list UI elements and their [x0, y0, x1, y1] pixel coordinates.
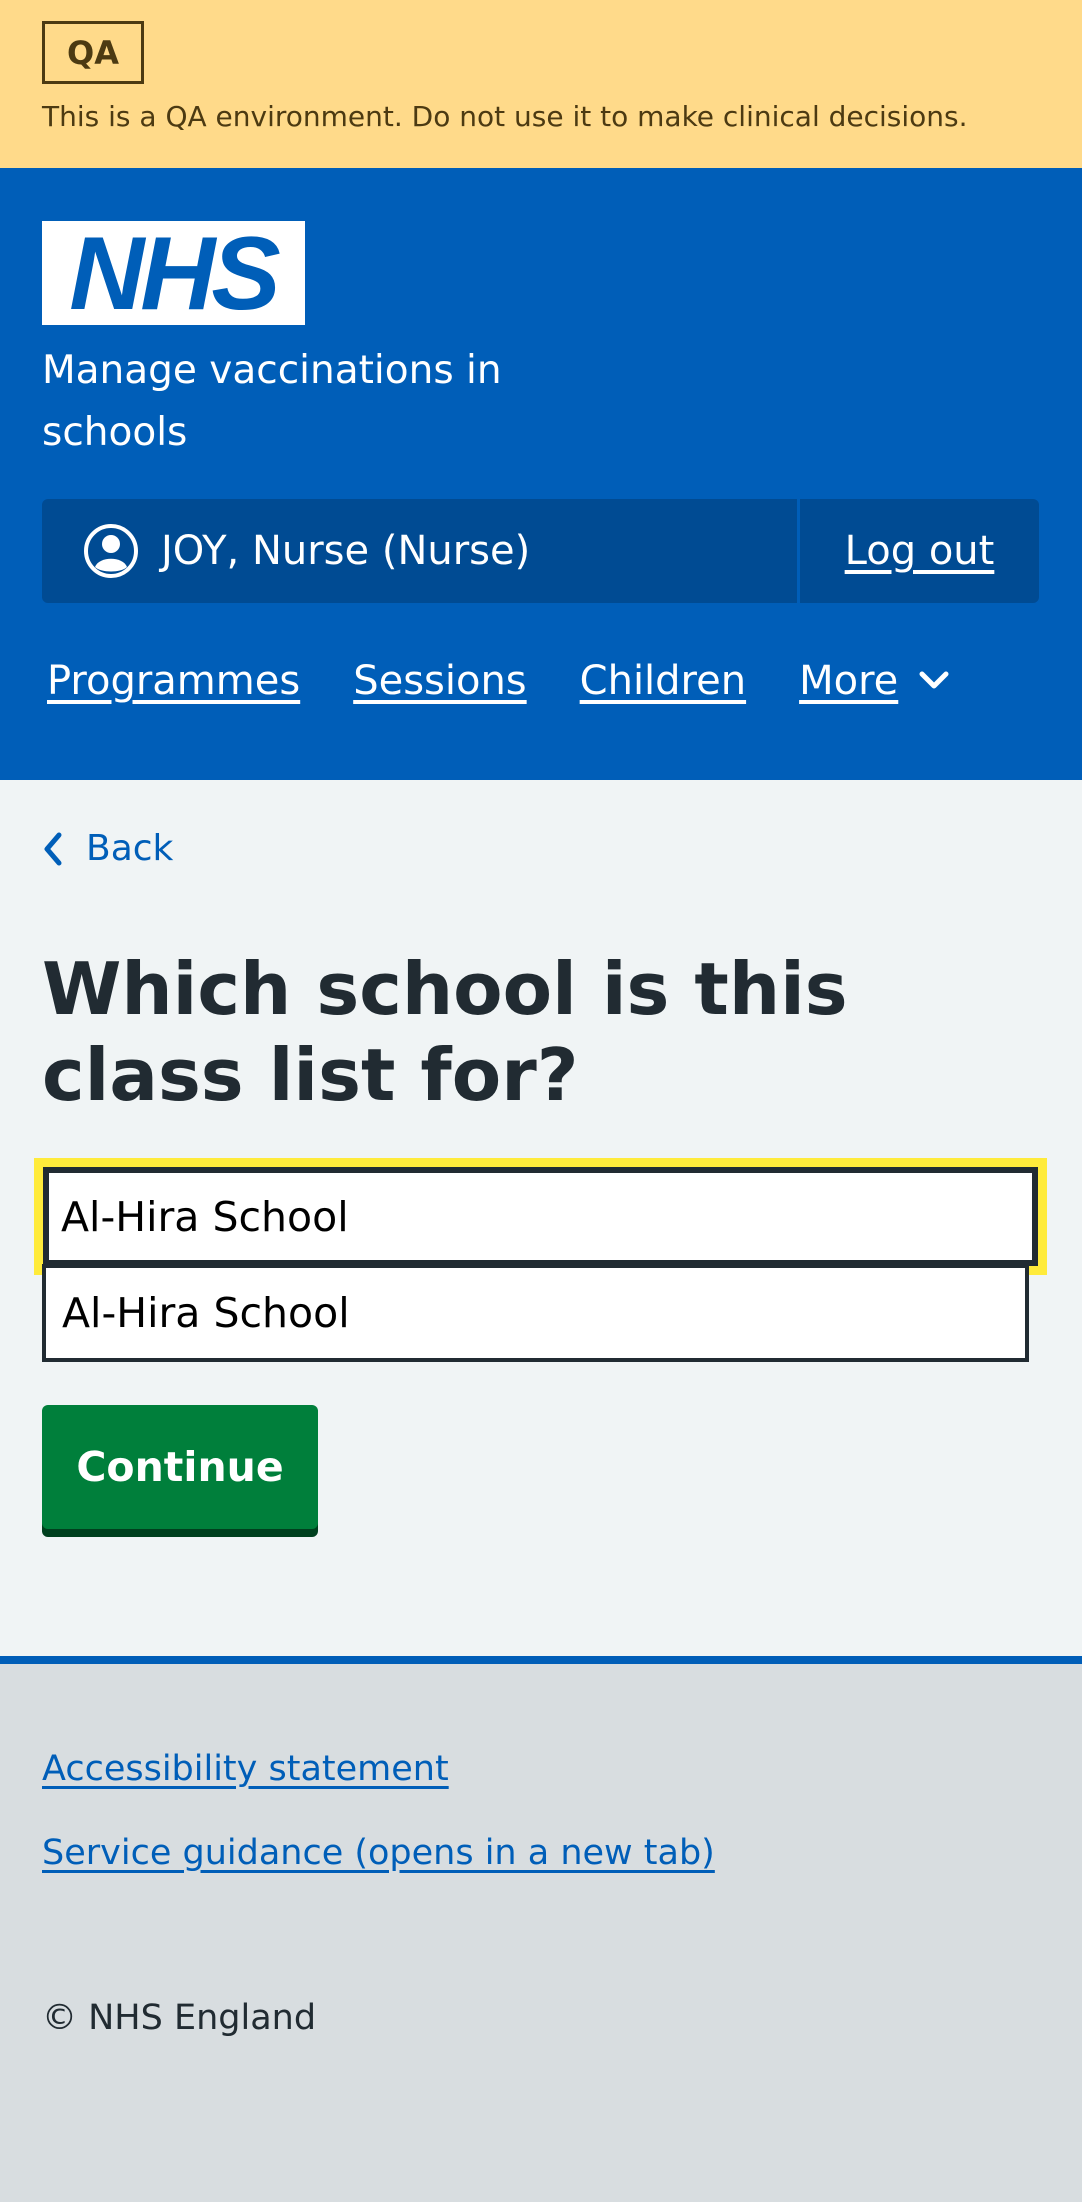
qa-environment-banner: QA This is a QA environment. Do not use … — [0, 0, 1082, 168]
school-search-focus-ring: Al-Hira School — [34, 1158, 1047, 1275]
account-user: JOY, Nurse (Nurse) — [42, 499, 800, 603]
service-name[interactable]: Manage vaccinations in schools — [42, 340, 642, 464]
site-header: NHS Manage vaccinations in schools JOY, … — [0, 168, 1082, 780]
nav-more-button[interactable]: More — [799, 658, 950, 704]
school-option[interactable]: Al-Hira School — [42, 1264, 1029, 1362]
user-icon — [84, 524, 138, 578]
nhs-logo-text: NHS — [69, 221, 280, 325]
school-search-input[interactable]: Al-Hira School — [43, 1167, 1038, 1266]
site-footer: Accessibility statement Service guidance… — [0, 1656, 1082, 2202]
qa-banner-text: This is a QA environment. Do not use it … — [42, 100, 968, 133]
primary-navigation: Programmes Sessions Children More — [47, 658, 950, 704]
back-link[interactable]: Back — [42, 828, 173, 869]
back-label: Back — [86, 828, 174, 869]
service-guidance-link[interactable]: Service guidance (opens in a new tab) — [42, 1833, 715, 1873]
account-bar: JOY, Nurse (Nurse) Log out — [42, 499, 1039, 603]
logout-link[interactable]: Log out — [800, 499, 1039, 603]
nav-children[interactable]: Children — [580, 658, 746, 704]
nav-programmes[interactable]: Programmes — [47, 658, 300, 704]
nav-more-label: More — [799, 658, 899, 704]
accessibility-statement-link[interactable]: Accessibility statement — [42, 1749, 449, 1789]
account-user-name: JOY, Nurse (Nurse) — [161, 528, 531, 574]
chevron-left-icon — [44, 832, 62, 865]
nav-sessions[interactable]: Sessions — [353, 658, 526, 704]
chevron-down-icon — [919, 671, 949, 689]
copyright: © NHS England — [42, 1998, 317, 2038]
page-title: Which school is this class list for? — [42, 947, 848, 1117]
continue-button[interactable]: Continue — [42, 1405, 318, 1529]
nhs-logo[interactable]: NHS — [42, 221, 305, 325]
qa-tag: QA — [42, 21, 144, 84]
